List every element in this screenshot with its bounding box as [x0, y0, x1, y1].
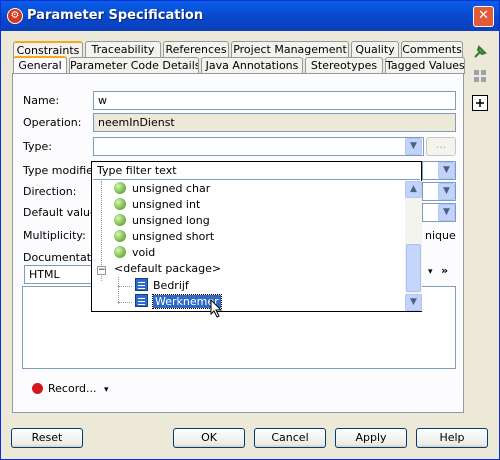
default-value-arrow-icon[interactable]: ▼ — [438, 204, 455, 221]
operation-label: Operation: — [23, 116, 82, 129]
record-label: Record... — [48, 382, 97, 395]
class-icon — [135, 294, 148, 307]
multiplicity-label: Multiplicity: — [23, 229, 86, 242]
grid-icon[interactable] — [472, 68, 488, 84]
window-title: Parameter Specification — [27, 8, 204, 23]
tab-comments[interactable]: Comments — [401, 41, 463, 58]
tree-connector — [118, 277, 119, 304]
name-label: Name: — [23, 94, 60, 107]
tree-item-void[interactable]: void — [114, 245, 155, 261]
scroll-down-icon[interactable]: ▼ — [405, 294, 422, 311]
type-modifier-label: Type modifier: — [23, 164, 101, 177]
tree-item-unsigned-short[interactable]: unsigned short — [114, 229, 214, 245]
primitive-type-icon — [114, 198, 126, 210]
tab-tagged-values[interactable]: Tagged Values — [385, 57, 465, 74]
tab-row-top: Constraints Traceability References Proj… — [13, 41, 463, 58]
tree-item-default-package[interactable]: <default package> — [114, 261, 221, 277]
primitive-type-icon — [114, 230, 126, 242]
type-combo[interactable] — [93, 137, 424, 156]
tree-item-unsigned-char[interactable]: unsigned char — [114, 181, 210, 197]
tab-stereotypes[interactable]: Stereotypes — [305, 57, 383, 74]
doc-toolbar-dropdown-icon[interactable]: ▾ — [428, 267, 433, 277]
record-button[interactable]: Record... ▾ — [32, 382, 109, 395]
expand-plus-icon[interactable] — [472, 95, 488, 111]
type-browse-button[interactable]: ... — [426, 137, 456, 156]
package-collapse-icon[interactable]: − — [97, 266, 106, 275]
tab-references[interactable]: References — [163, 41, 229, 58]
close-button[interactable]: ✕ — [473, 6, 494, 27]
doc-more-button[interactable]: » — [441, 264, 448, 277]
dialog-window: ⚙ Parameter Specification ✕ Constraints … — [0, 0, 500, 460]
app-icon: ⚙ — [7, 8, 23, 24]
tab-project-management[interactable]: Project Management — [231, 41, 349, 58]
name-field[interactable]: w — [93, 91, 456, 110]
tree-item-bedrijf[interactable]: Bedrijf — [135, 278, 189, 294]
apply-button[interactable]: Apply — [335, 428, 407, 448]
type-modifier-arrow-icon[interactable]: ▼ — [438, 162, 455, 179]
tab-row-bottom: General Parameter Code Details Java Anno… — [13, 56, 465, 75]
operation-field: neemInDienst — [93, 113, 456, 132]
type-label: Type: — [23, 140, 52, 153]
ok-button[interactable]: OK — [173, 428, 245, 448]
tree-connector — [118, 302, 132, 303]
doc-format-select[interactable]: HTML — [24, 265, 94, 284]
tree-connector — [118, 286, 132, 287]
direction-label: Direction: — [23, 185, 77, 198]
tree-item-werknemer[interactable]: Werknemer — [135, 294, 222, 310]
cancel-button[interactable]: Cancel — [254, 428, 326, 448]
record-arrow-icon[interactable]: ▾ — [104, 385, 109, 395]
type-popup: Type filter text unsigned char unsigned … — [91, 161, 422, 318]
tab-traceability[interactable]: Traceability — [85, 41, 161, 58]
popup-scrollbar[interactable]: ▲ ▼ — [405, 181, 422, 311]
type-dropdown-arrow-icon[interactable]: ▼ — [405, 138, 422, 155]
primitive-type-icon — [114, 182, 126, 194]
pin-icon[interactable] — [472, 44, 488, 60]
scroll-thumb[interactable] — [406, 244, 421, 292]
tab-parameter-code-details[interactable]: Parameter Code Details — [69, 57, 199, 74]
class-icon — [135, 278, 148, 291]
tree-item-unsigned-long[interactable]: unsigned long — [114, 213, 210, 229]
mouse-cursor-icon — [210, 298, 224, 322]
reset-button[interactable]: Reset — [11, 428, 83, 448]
tree-item-unsigned-int[interactable]: unsigned int — [114, 197, 200, 213]
primitive-type-icon — [114, 246, 126, 258]
title-bar[interactable]: ⚙ Parameter Specification ✕ — [1, 1, 499, 31]
tab-java-annotations[interactable]: Java Annotations — [201, 57, 303, 74]
type-filter-input[interactable]: Type filter text — [93, 163, 420, 180]
help-button[interactable]: Help — [416, 428, 488, 448]
primitive-type-icon — [114, 214, 126, 226]
unique-label: nique — [425, 229, 456, 242]
default-value-label: Default value: — [23, 206, 101, 219]
record-dot-icon — [32, 383, 43, 394]
direction-arrow-icon[interactable]: ▼ — [438, 183, 455, 200]
scroll-up-icon[interactable]: ▲ — [405, 181, 422, 198]
tab-quality[interactable]: Quality — [351, 41, 399, 58]
